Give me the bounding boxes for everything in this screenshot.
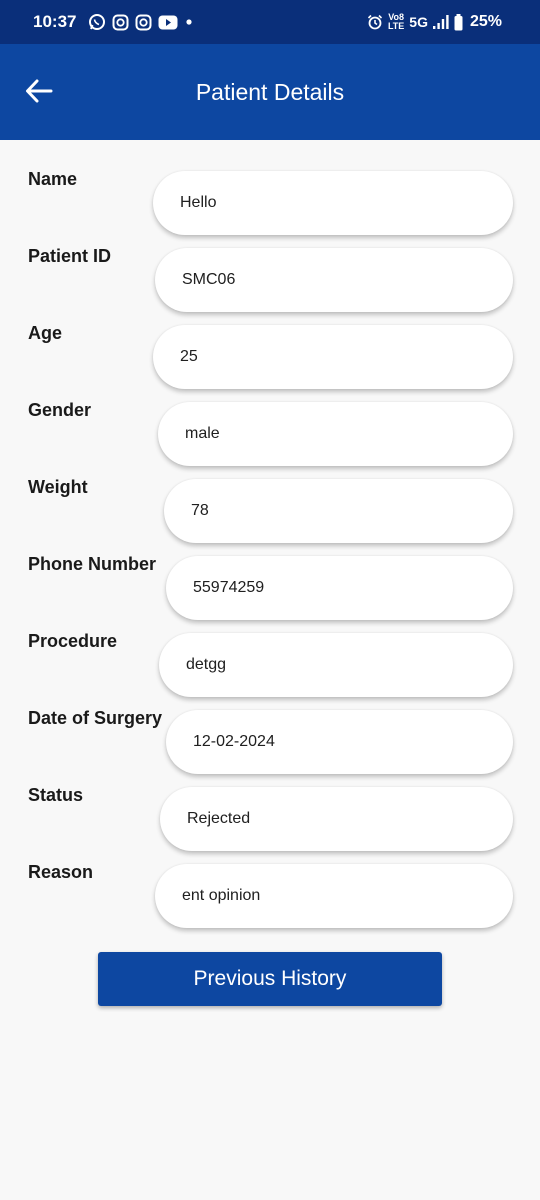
- network-type: 5G: [409, 14, 428, 30]
- field-label: Age: [28, 323, 63, 343]
- field-label: Procedure: [28, 631, 118, 651]
- date-of-surgery-field[interactable]: 12-02-2024: [166, 710, 513, 774]
- field-row-name: Name Hello: [0, 169, 540, 239]
- procedure-field[interactable]: detgg: [159, 633, 513, 697]
- page-title: Patient Details: [195, 79, 345, 105]
- weight-field[interactable]: 78: [164, 479, 513, 543]
- field-row-age: Age 25: [0, 323, 540, 393]
- whatsapp-icon: [89, 14, 105, 30]
- youtube-icon: [158, 15, 178, 29]
- field-row-status: Status Rejected: [0, 785, 540, 855]
- alarm-icon: [367, 14, 383, 30]
- volte-badge: Vo8 LTE: [387, 12, 405, 31]
- patient-id-field[interactable]: SMC06: [155, 248, 513, 312]
- field-row-gender: Gender male: [0, 400, 540, 470]
- phone-number-field[interactable]: 55974259: [166, 556, 513, 620]
- field-label: Name: [28, 169, 78, 189]
- field-label: Status: [28, 785, 84, 805]
- field-row-date-of-surgery: Date of Surgery 12-02-2024: [0, 708, 540, 778]
- notification-icons: [88, 12, 194, 32]
- battery-percent: 25%: [469, 13, 502, 30]
- field-row-procedure: Procedure detgg: [0, 631, 540, 701]
- field-row-reason: Reason ent opinion: [0, 862, 540, 932]
- gender-field[interactable]: male: [158, 402, 513, 466]
- field-label: Patient ID: [28, 246, 112, 266]
- previous-history-button[interactable]: Previous History: [98, 952, 442, 1006]
- field-row-phone-number: Phone Number 55974259: [0, 554, 540, 624]
- field-row-patient-id: Patient ID SMC06: [0, 246, 540, 316]
- field-label: Date of Surgery: [28, 708, 163, 728]
- field-label: Reason: [28, 862, 94, 882]
- field-label: Phone Number: [28, 554, 157, 574]
- app-bar: Patient Details: [0, 44, 540, 140]
- field-label: Gender: [28, 400, 92, 420]
- signal-icon: [432, 15, 449, 29]
- name-field[interactable]: Hello: [153, 171, 513, 235]
- battery-icon: [454, 13, 463, 30]
- status-time: 10:37: [33, 12, 77, 31]
- status-field[interactable]: Rejected: [160, 787, 513, 851]
- status-bar: 10:37 Vo8 LTE 5G 25%: [0, 0, 540, 44]
- reason-field[interactable]: ent opinion: [155, 864, 513, 928]
- field-row-weight: Weight 78: [0, 477, 540, 547]
- instagram-icon: [135, 14, 152, 30]
- system-icons: Vo8 LTE 5G 25%: [367, 12, 502, 32]
- dot-icon: [186, 19, 192, 25]
- field-label: Weight: [28, 477, 88, 497]
- age-field[interactable]: 25: [153, 325, 513, 389]
- instagram-icon: [112, 14, 129, 30]
